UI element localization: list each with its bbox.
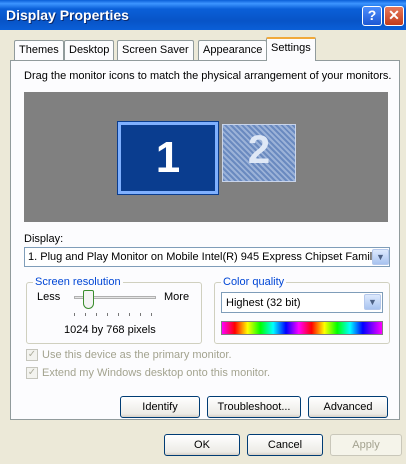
- troubleshoot-button[interactable]: Troubleshoot...: [207, 396, 301, 418]
- display-select-value: 1. Plug and Play Monitor on Mobile Intel…: [28, 251, 378, 263]
- display-label: Display:: [24, 233, 64, 245]
- monitor-1[interactable]: 1: [117, 121, 219, 195]
- tab-appearance[interactable]: Appearance: [198, 40, 268, 60]
- extend-desktop-checkbox[interactable]: ✓: [26, 367, 38, 379]
- ok-button[interactable]: OK: [164, 434, 240, 456]
- tab-desktop[interactable]: Desktop: [64, 40, 115, 60]
- extend-desktop-label: Extend my Windows desktop onto this moni…: [42, 367, 271, 379]
- help-button[interactable]: ?: [362, 6, 382, 26]
- chevron-down-icon[interactable]: ▼: [372, 249, 389, 265]
- monitor-instructions: Drag the monitor icons to match the phys…: [24, 70, 392, 82]
- tab-themes[interactable]: Themes: [14, 40, 64, 60]
- resolution-value: 1024 by 768 pixels: [64, 324, 156, 336]
- window-title: Display Properties: [6, 7, 129, 23]
- title-bar[interactable]: Display Properties ? ✕: [0, 0, 406, 30]
- resolution-slider-ticks: [74, 313, 154, 316]
- resolution-slider-thumb[interactable]: [83, 290, 94, 309]
- screen-resolution-title: Screen resolution: [33, 276, 123, 288]
- monitor-2[interactable]: 2: [222, 124, 296, 182]
- resolution-less-label: Less: [37, 291, 61, 303]
- apply-button[interactable]: Apply: [330, 434, 402, 456]
- tab-screen-saver[interactable]: Screen Saver: [117, 40, 194, 60]
- advanced-button[interactable]: Advanced: [308, 396, 388, 418]
- monitor-2-number: 2: [247, 128, 271, 172]
- tab-settings[interactable]: Settings: [266, 37, 316, 61]
- color-quality-title: Color quality: [221, 276, 287, 288]
- display-select[interactable]: 1. Plug and Play Monitor on Mobile Intel…: [24, 247, 390, 267]
- cancel-button[interactable]: Cancel: [247, 434, 323, 456]
- monitor-1-number: 1: [155, 133, 181, 182]
- color-quality-value: Highest (32 bit): [226, 297, 301, 309]
- primary-monitor-label: Use this device as the primary monitor.: [42, 349, 232, 361]
- chevron-down-icon[interactable]: ▼: [364, 294, 381, 310]
- color-spectrum-preview: [221, 321, 383, 335]
- close-button[interactable]: ✕: [384, 6, 404, 26]
- identify-button[interactable]: Identify: [120, 396, 200, 418]
- color-quality-select[interactable]: Highest (32 bit): [221, 292, 383, 313]
- primary-monitor-checkbox[interactable]: ✓: [26, 349, 38, 361]
- resolution-more-label: More: [164, 291, 190, 303]
